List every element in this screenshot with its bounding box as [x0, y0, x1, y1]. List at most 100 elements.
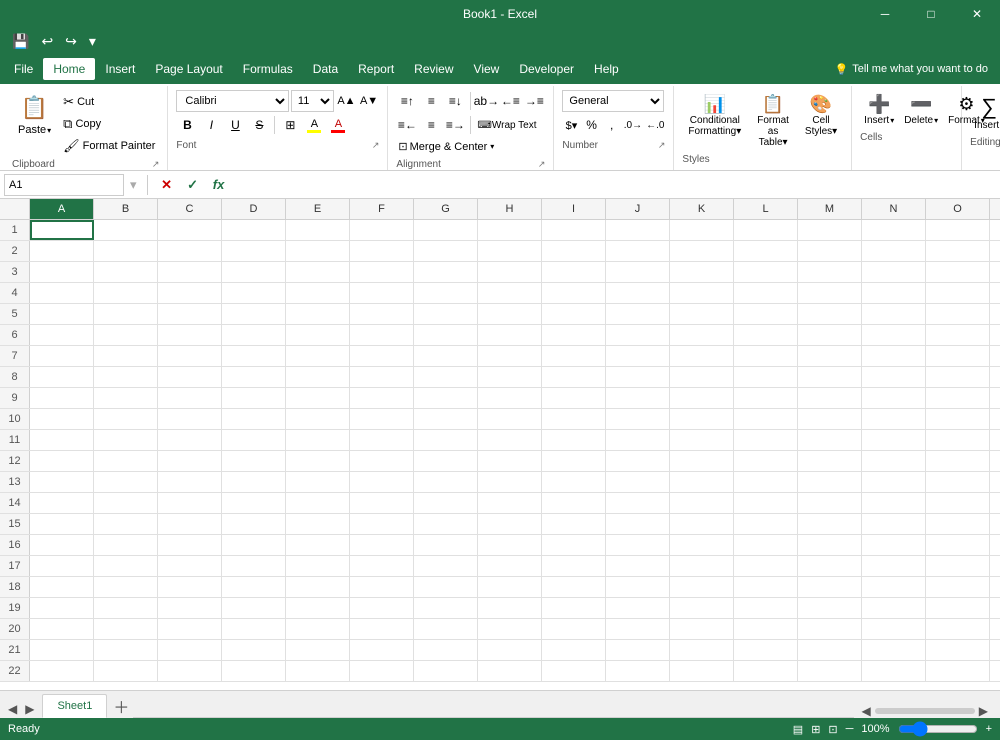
cell-J5[interactable]	[606, 304, 670, 324]
percent-button[interactable]: %	[583, 114, 601, 136]
cell-N15[interactable]	[862, 514, 926, 534]
insert-function-button[interactable]: fx	[208, 174, 230, 196]
cell-J9[interactable]	[606, 388, 670, 408]
cell-N17[interactable]	[862, 556, 926, 576]
wrap-text-button[interactable]: ⌨ Wrap Text	[475, 114, 538, 136]
col-header-c[interactable]: C	[158, 199, 222, 219]
cell-K6[interactable]	[670, 325, 734, 345]
cell-H2[interactable]	[478, 241, 542, 261]
page-layout-icon[interactable]: ⊞	[811, 723, 820, 736]
indent-increase-button[interactable]: →≡	[523, 90, 545, 112]
cell-E2[interactable]	[286, 241, 350, 261]
font-name-select[interactable]: Calibri	[176, 90, 288, 112]
cell-N4[interactable]	[862, 283, 926, 303]
underline-button[interactable]: U	[224, 114, 246, 136]
cell-C15[interactable]	[158, 514, 222, 534]
cell-N21[interactable]	[862, 640, 926, 660]
menu-review[interactable]: Review	[404, 58, 463, 80]
cell-D1[interactable]	[222, 220, 286, 240]
cell-B6[interactable]	[94, 325, 158, 345]
cell-G14[interactable]	[414, 493, 478, 513]
cell-N8[interactable]	[862, 367, 926, 387]
cell-E1[interactable]	[286, 220, 350, 240]
name-box[interactable]	[4, 174, 124, 196]
cell-G12[interactable]	[414, 451, 478, 471]
cell-O16[interactable]	[926, 535, 990, 555]
orientation-button[interactable]: ab→	[475, 90, 497, 112]
cell-J1[interactable]	[606, 220, 670, 240]
row-number-11[interactable]: 11	[0, 430, 30, 450]
cell-L11[interactable]	[734, 430, 798, 450]
cell-L8[interactable]	[734, 367, 798, 387]
cell-E5[interactable]	[286, 304, 350, 324]
cell-A8[interactable]	[30, 367, 94, 387]
cell-K20[interactable]	[670, 619, 734, 639]
cell-B1[interactable]	[94, 220, 158, 240]
row-number-20[interactable]: 20	[0, 619, 30, 639]
menu-file[interactable]: File	[4, 58, 43, 80]
menu-developer[interactable]: Developer	[509, 58, 584, 80]
cell-M20[interactable]	[798, 619, 862, 639]
cell-G22[interactable]	[414, 661, 478, 681]
cell-J19[interactable]	[606, 598, 670, 618]
cell-M9[interactable]	[798, 388, 862, 408]
cell-C16[interactable]	[158, 535, 222, 555]
cell-C14[interactable]	[158, 493, 222, 513]
cell-O21[interactable]	[926, 640, 990, 660]
borders-button[interactable]: ⊞	[279, 114, 301, 136]
cell-H19[interactable]	[478, 598, 542, 618]
cell-D9[interactable]	[222, 388, 286, 408]
align-center-button[interactable]: ≡	[420, 114, 442, 136]
cell-G5[interactable]	[414, 304, 478, 324]
cell-G4[interactable]	[414, 283, 478, 303]
row-number-14[interactable]: 14	[0, 493, 30, 513]
cell-N2[interactable]	[862, 241, 926, 261]
page-break-icon[interactable]: ⊡	[828, 723, 837, 736]
cell-N16[interactable]	[862, 535, 926, 555]
cell-K17[interactable]	[670, 556, 734, 576]
cell-K18[interactable]	[670, 577, 734, 597]
cell-F5[interactable]	[350, 304, 414, 324]
col-header-d[interactable]: D	[222, 199, 286, 219]
cell-L22[interactable]	[734, 661, 798, 681]
formula-input[interactable]	[234, 174, 996, 196]
row-number-13[interactable]: 13	[0, 472, 30, 492]
cell-K7[interactable]	[670, 346, 734, 366]
cell-styles-button[interactable]: 🎨 CellStyles▾	[799, 90, 843, 141]
tell-me-bar[interactable]: 💡 Tell me what you want to do	[827, 63, 996, 76]
cell-L3[interactable]	[734, 262, 798, 282]
minimize-button[interactable]: ─	[862, 0, 908, 28]
cell-G16[interactable]	[414, 535, 478, 555]
cell-I22[interactable]	[542, 661, 606, 681]
insert-cells-button[interactable]: ➕ Insert▾	[860, 90, 898, 130]
cell-B22[interactable]	[94, 661, 158, 681]
cell-G6[interactable]	[414, 325, 478, 345]
cell-M1[interactable]	[798, 220, 862, 240]
row-number-22[interactable]: 22	[0, 661, 30, 681]
cell-D3[interactable]	[222, 262, 286, 282]
cell-H12[interactable]	[478, 451, 542, 471]
cell-I14[interactable]	[542, 493, 606, 513]
cell-A18[interactable]	[30, 577, 94, 597]
cell-K11[interactable]	[670, 430, 734, 450]
cell-B20[interactable]	[94, 619, 158, 639]
cell-L4[interactable]	[734, 283, 798, 303]
cell-H21[interactable]	[478, 640, 542, 660]
cell-H16[interactable]	[478, 535, 542, 555]
cell-J10[interactable]	[606, 409, 670, 429]
cell-L20[interactable]	[734, 619, 798, 639]
cell-H11[interactable]	[478, 430, 542, 450]
menu-view[interactable]: View	[464, 58, 510, 80]
cell-A3[interactable]	[30, 262, 94, 282]
cell-H20[interactable]	[478, 619, 542, 639]
row-number-19[interactable]: 19	[0, 598, 30, 618]
cell-A15[interactable]	[30, 514, 94, 534]
increase-decimal-button[interactable]: ←.0	[645, 114, 665, 136]
zoom-in-btn[interactable]: +	[986, 723, 992, 735]
cell-F2[interactable]	[350, 241, 414, 261]
cell-A5[interactable]	[30, 304, 94, 324]
cell-L16[interactable]	[734, 535, 798, 555]
cell-D11[interactable]	[222, 430, 286, 450]
cell-J2[interactable]	[606, 241, 670, 261]
cell-C8[interactable]	[158, 367, 222, 387]
